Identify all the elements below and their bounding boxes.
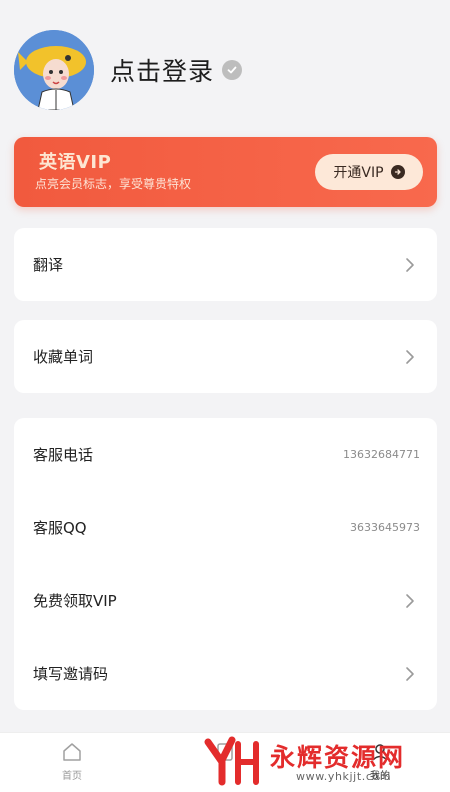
login-text[interactable]: 点击登录: [110, 52, 214, 88]
open-vip-label: 开通VIP: [333, 165, 384, 181]
tab-home-label: 首页: [62, 771, 82, 782]
tab-home[interactable]: 首页: [32, 741, 112, 782]
cartoon-avatar-icon: [14, 30, 94, 110]
menu-card-favorites: 收藏单词: [14, 320, 437, 393]
service-qq-value: 3633645973: [350, 521, 420, 534]
profile-header[interactable]: 点击登录: [14, 30, 243, 110]
menu-item-label: 填写邀请码: [33, 665, 109, 683]
menu-item-label: 免费领取VIP: [33, 592, 117, 610]
login-area[interactable]: 点击登录: [110, 52, 243, 88]
menu-item-service-qq[interactable]: 客服QQ 3633645973: [14, 491, 437, 564]
profile-page: 点击登录 英语VIP 点亮会员标志，享受尊贵特权 开通VIP 翻译 收藏单词 客…: [0, 0, 450, 792]
open-vip-button[interactable]: 开通VIP: [315, 154, 423, 190]
vip-title: 英语VIP: [39, 152, 112, 173]
tab-mine-label: 我的: [370, 771, 390, 782]
avatar[interactable]: [14, 30, 94, 110]
menu-item-translate[interactable]: 翻译: [14, 228, 437, 301]
chevron-right-icon: [406, 593, 414, 608]
tab-mine[interactable]: 我的: [340, 741, 420, 782]
bottom-tab-bar: 首页 我的: [0, 732, 450, 792]
menu-card-service: 客服电话 13632684771 客服QQ 3633645973 免费领取VIP…: [14, 418, 437, 710]
menu-item-free-vip[interactable]: 免费领取VIP: [14, 564, 437, 637]
menu-item-label: 客服QQ: [33, 519, 87, 537]
tab-study[interactable]: [185, 741, 265, 767]
menu-item-label: 收藏单词: [33, 348, 94, 366]
home-icon: [63, 743, 81, 761]
chevron-right-icon: [406, 257, 414, 272]
menu-item-invite-code[interactable]: 填写邀请码: [14, 637, 437, 710]
menu-item-label: 翻译: [33, 256, 64, 274]
vip-banner[interactable]: 英语VIP 点亮会员标志，享受尊贵特权 开通VIP: [14, 137, 437, 207]
arrow-right-icon: [390, 165, 405, 179]
menu-item-label: 客服电话: [33, 446, 94, 464]
vip-subtitle: 点亮会员标志，享受尊贵特权: [35, 177, 192, 191]
check-circle-icon: [222, 60, 243, 80]
menu-item-service-phone[interactable]: 客服电话 13632684771: [14, 418, 437, 491]
user-icon: [372, 744, 388, 761]
menu-item-favorite-words[interactable]: 收藏单词: [14, 320, 437, 393]
chevron-right-icon: [406, 666, 414, 681]
book-icon: [217, 743, 233, 761]
menu-card-translate: 翻译: [14, 228, 437, 301]
chevron-right-icon: [406, 349, 414, 364]
service-phone-value: 13632684771: [343, 448, 420, 461]
